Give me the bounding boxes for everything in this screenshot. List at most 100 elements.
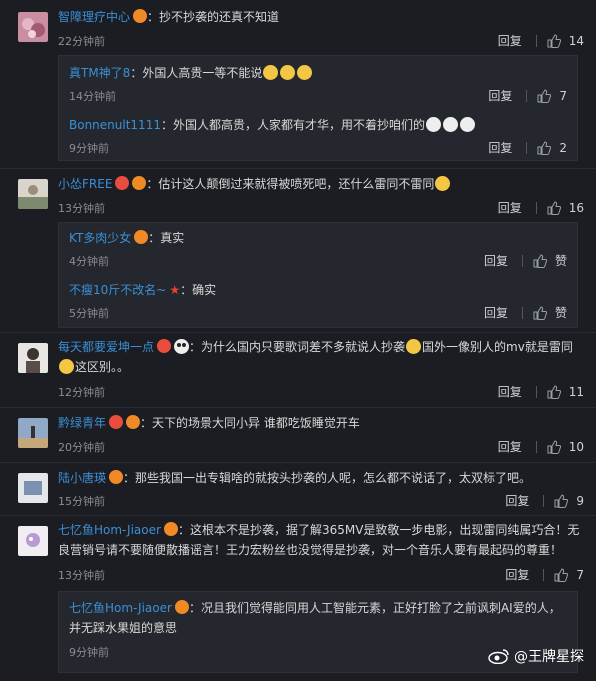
laugh-emoji-icon [280, 65, 296, 80]
comment-text: ：真实 [148, 231, 185, 245]
reply-button[interactable]: 回复 [498, 199, 522, 216]
reply-button[interactable]: 回复 [484, 252, 508, 269]
username-link[interactable]: 陆小唐瑛 [58, 471, 106, 485]
divider [526, 89, 528, 102]
like-button[interactable]: 7 [554, 568, 584, 582]
like-count: 7 [576, 567, 584, 582]
timestamp: 12分钟前 [58, 386, 105, 399]
like-count: 16 [568, 200, 584, 215]
vip-badge-icon [109, 470, 124, 484]
timestamp: 9分钟前 [69, 142, 109, 155]
timestamp: 13分钟前 [58, 569, 105, 582]
laugh-emoji-icon [297, 65, 313, 80]
username-link[interactable]: 黔绿青年 [58, 416, 106, 430]
comment-line: 七忆鱼Hom-Jiaoer ：这根本不是抄袭，据了解365MV是致敬一步电影，出现… [58, 520, 584, 560]
thumbs-up-icon [547, 200, 561, 215]
reply-button[interactable]: 回复 [505, 566, 529, 583]
username-link[interactable]: 七忆鱼Hom-Jiaoer [58, 523, 161, 537]
reply-button[interactable]: 回复 [498, 383, 522, 400]
avatar[interactable] [18, 473, 48, 503]
member-badge-icon [133, 9, 148, 23]
divider [535, 385, 537, 398]
reply-button[interactable]: 回复 [498, 32, 522, 49]
sub-comment: 不瘦10斤不改名~ ★：确实 5分钟前 回复 赞 [69, 275, 567, 327]
comment-text: 国外一像别人的mv就是雷同 [422, 340, 573, 354]
username-link[interactable]: 智障理疗中心 [58, 10, 130, 24]
grin-emoji-icon [59, 359, 74, 374]
watermark-text: @王牌星探 [514, 649, 584, 665]
reply-button[interactable]: 回复 [484, 304, 508, 321]
timestamp: 22分钟前 [58, 35, 105, 48]
member-badge-icon [109, 415, 124, 429]
reply-box: KT多肉少女 ：真实 4分钟前 回复 赞 不瘦10斤不改名~ ★：确实 5分钟前 回… [58, 222, 578, 328]
like-button[interactable]: 9 [554, 494, 584, 508]
vip-badge-icon [126, 415, 141, 429]
comment-actions: 回复 11 [498, 383, 584, 400]
like-button[interactable]: 16 [547, 201, 584, 215]
reply-button[interactable]: 回复 [488, 87, 512, 104]
avatar[interactable] [18, 526, 48, 556]
smile-emoji-icon [435, 176, 451, 191]
thumbs-up-icon [537, 88, 552, 103]
like-button[interactable]: 10 [547, 440, 584, 454]
timestamp: 20分钟前 [58, 441, 105, 454]
comment-text: ：那些我国一出专辑啥的就按头抄袭的人呢，怎么都不说话了，太双标了吧。 [123, 471, 532, 485]
crying-emoji-icon [425, 117, 441, 132]
comment-line: 智障理疗中心 ：抄不抄袭的还真不知道 [58, 8, 584, 26]
comment-actions: 回复 16 [498, 199, 584, 216]
username-link[interactable]: 每天都要爱坤一点 [58, 340, 154, 354]
comment-actions: 回复 2 [488, 139, 567, 156]
comment-actions: 回复 9 [505, 492, 584, 509]
divider [543, 568, 545, 581]
timestamp: 13分钟前 [58, 202, 105, 215]
username-link[interactable]: 小怂FREE [58, 177, 112, 191]
like-button[interactable]: 11 [547, 385, 584, 399]
username-link[interactable]: 真TM神了8 [69, 66, 130, 80]
avatar[interactable] [18, 343, 48, 373]
reply-box: 真TM神了8：外国人高贵一等不能说 14分钟前 回复 7 Bonnenult11… [58, 55, 578, 161]
like-button[interactable]: 赞 [533, 252, 567, 269]
divider [526, 141, 528, 154]
member-badge-icon [115, 176, 130, 190]
comment-text: ：外国人都高贵，人家都有才华，用不着抄咱们的 [160, 118, 425, 132]
username-link[interactable]: KT多肉少女 [69, 231, 131, 245]
avatar[interactable] [18, 12, 48, 42]
sub-comment-line: 七忆鱼Hom-Jiaoer ：况且我们觉得能同用人工智能元素，正好打脸了之前讽刺A… [69, 598, 567, 638]
like-button[interactable]: 14 [547, 34, 584, 48]
comment-text: 这区别。。 [75, 360, 130, 374]
username-link[interactable]: 不瘦10斤不改名~ [69, 283, 166, 297]
comment-thread: 每天都要爱坤一点 ：为什么国内只要歌词差不多就说人抄袭 国外一像别人的mv就是雷同这… [0, 333, 596, 408]
watermark: @王牌星探 [488, 646, 584, 666]
comment-line: 每天都要爱坤一点 ：为什么国内只要歌词差不多就说人抄袭 国外一像别人的mv就是雷同这… [58, 337, 584, 377]
thumbs-up-icon [547, 384, 561, 399]
crying-emoji-icon [442, 117, 458, 132]
like-button[interactable]: 赞 [533, 304, 567, 321]
avatar[interactable] [18, 179, 48, 209]
thumbs-up-icon [533, 305, 547, 320]
username-link[interactable]: Bonnenult1111 [69, 118, 161, 132]
comment-actions: 回复 14 [498, 32, 584, 49]
vip-badge-icon [174, 600, 189, 614]
reply-button[interactable]: 回复 [488, 139, 512, 156]
like-button[interactable]: 2 [537, 141, 567, 155]
like-count: 10 [568, 439, 584, 454]
laugh-emoji-icon [263, 65, 279, 80]
username-link[interactable]: 七忆鱼Hom-Jiaoer [69, 601, 172, 615]
divider [535, 440, 537, 453]
comment-line: 陆小唐瑛 ：那些我国一出专辑啥的就按头抄袭的人呢，怎么都不说话了，太双标了吧。 [58, 469, 584, 487]
avatar[interactable] [18, 418, 48, 448]
comment-text: ：为什么国内只要歌词差不多就说人抄袭 [189, 340, 406, 354]
like-count: 11 [568, 384, 584, 399]
divider [521, 254, 523, 267]
member-badge-icon [157, 339, 172, 353]
sub-comment: Bonnenult1111：外国人都高贵，人家都有才华，用不着抄咱们的 9分钟前… [69, 108, 567, 160]
like-button[interactable]: 7 [537, 89, 567, 103]
like-count: 9 [576, 493, 584, 508]
thumbs-up-icon [554, 493, 569, 508]
crying-emoji-icon [459, 117, 475, 132]
like-count: 7 [559, 88, 567, 103]
reply-button[interactable]: 回复 [498, 438, 522, 455]
thumbs-up-icon [547, 33, 561, 48]
timestamp: 14分钟前 [69, 90, 116, 103]
reply-button[interactable]: 回复 [505, 492, 529, 509]
